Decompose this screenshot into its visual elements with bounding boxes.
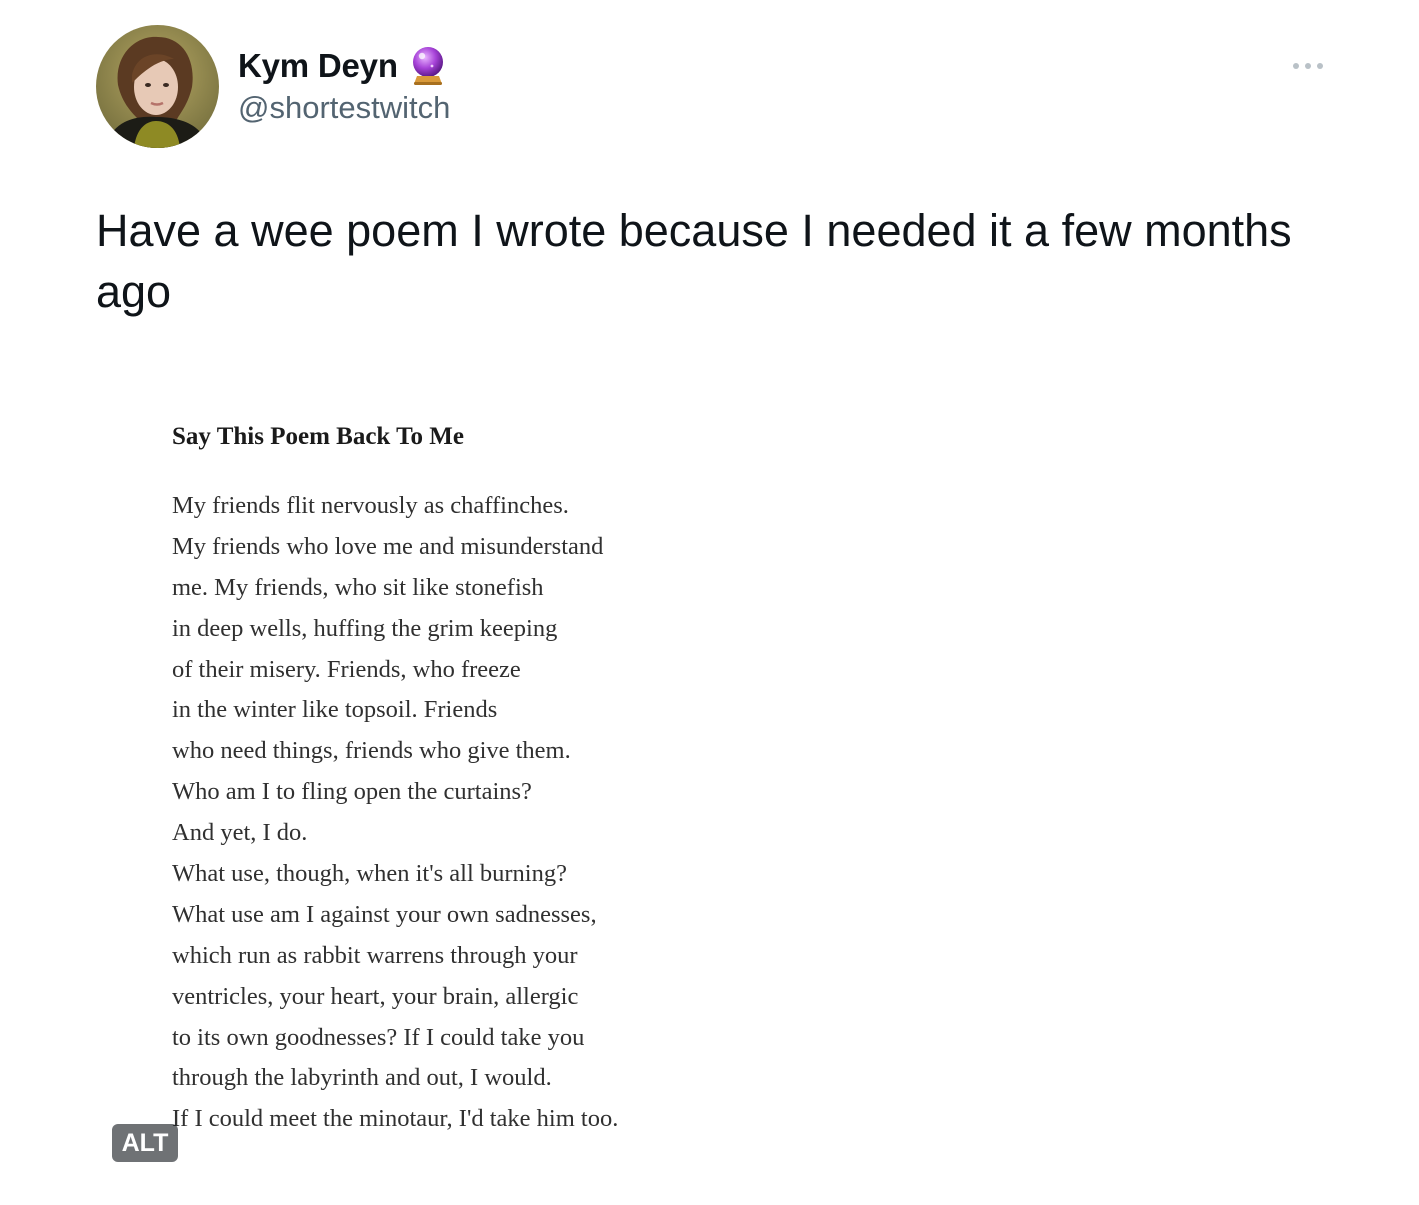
author-name-row[interactable]: Kym Deyn [238,44,446,88]
poem-title: Say This Poem Back To Me [172,423,464,450]
tweet: Kym Deyn @shortestwitch Have a wee poem … [0,0,1419,1205]
poem-line: If I could meet the minotaur, I'd take h… [172,1105,619,1133]
poem-line: ventricles, your heart, your brain, alle… [172,982,579,1010]
tweet-text: Have a wee poem I wrote because I needed… [96,205,1305,317]
poem-line: What use am I against your own sadnesses… [172,900,597,928]
avatar[interactable] [96,25,219,148]
avatar-image [96,25,219,148]
poem-line: in deep wells, huffing the grim keeping [172,614,558,642]
poem-line: What use, though, when it's all burning? [172,860,567,888]
poem-line: who need things, friends who give them. [172,737,571,765]
alt-text-badge[interactable]: ALT [112,1124,178,1162]
author-handle[interactable]: @shortestwitch [238,88,450,128]
poem-line: My friends flit nervously as chaffinches… [172,492,569,519]
poem-line: which run as rabbit warrens through your [172,941,578,969]
poem-line: of their misery. Friends, who freeze [172,655,521,683]
crystal-ball-icon [410,46,446,86]
poem-line: to its own goodnesses? If I could take y… [172,1023,585,1051]
more-options-button[interactable] [1286,52,1330,80]
poem-lines: My friends flit nervously as chaffinches… [172,486,618,1140]
poem-line: Who am I to fling open the curtains? [172,778,532,806]
poem-line: through the labyrinth and out, I would. [172,1064,552,1092]
poem-line: me. My friends, who sit like stonefish [172,573,544,601]
poem-line: in the winter like topsoil. Friends [172,696,498,724]
more-dots-icon [1293,63,1323,69]
tweet-media-image[interactable]: Say This Poem Back To Me My friends flit… [96,362,1336,1182]
author-display-name[interactable]: Kym Deyn [238,44,398,88]
poem-line: And yet, I do. [172,819,308,847]
poem-document: Say This Poem Back To Me My friends flit… [172,420,618,1140]
poem-line: My friends who love me and misunderstand [172,532,604,560]
